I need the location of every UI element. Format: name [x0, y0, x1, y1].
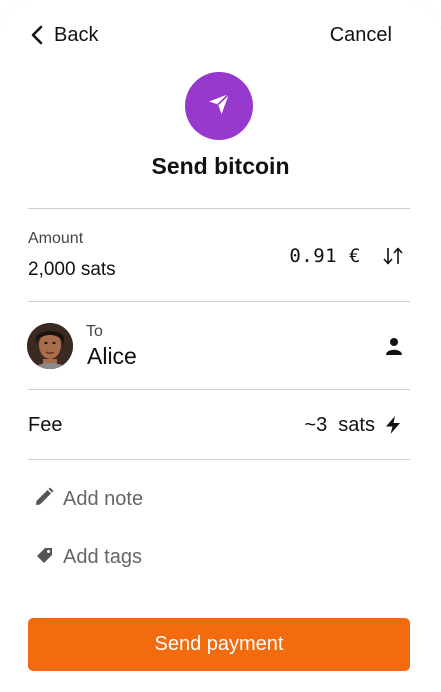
divider	[28, 301, 410, 302]
add-tags-label: Add tags	[63, 545, 142, 568]
send-sheet: Back Cancel Send bitcoin Amount 2,000 sa…	[0, 0, 441, 692]
add-tags-button[interactable]: Add tags	[33, 542, 142, 572]
send-payment-button[interactable]: Send payment	[28, 618, 410, 671]
send-badge	[185, 72, 253, 140]
recipient-name: Alice	[87, 343, 137, 369]
recipient-label: To	[86, 323, 103, 340]
add-note-button[interactable]: Add note	[33, 484, 143, 514]
send-paper-plane-icon	[206, 91, 232, 122]
divider	[28, 208, 410, 209]
swap-arrows-icon[interactable]	[380, 244, 406, 268]
fee-label: Fee	[28, 414, 63, 436]
back-label: Back	[54, 23, 99, 46]
page-title: Send bitcoin	[151, 153, 290, 179]
add-note-label: Add note	[63, 487, 144, 510]
chevron-left-icon	[30, 24, 44, 46]
back-button[interactable]: Back	[30, 20, 98, 50]
divider	[28, 389, 410, 390]
pencil-icon	[33, 486, 55, 513]
person-icon[interactable]	[383, 335, 405, 357]
fiat-value: 0.91 €	[289, 245, 361, 267]
amount-label: Amount	[28, 230, 84, 247]
fee-value: ~3 sats	[304, 414, 375, 436]
divider	[28, 459, 410, 460]
tag-icon	[33, 544, 55, 571]
amount-value[interactable]: 2,000 sats	[28, 259, 116, 281]
avatar	[27, 323, 73, 369]
cancel-button[interactable]: Cancel	[330, 20, 392, 50]
lightning-bolt-icon[interactable]	[382, 414, 404, 436]
sheet-surface: Back Cancel Send bitcoin Amount 2,000 sa…	[0, 0, 441, 692]
